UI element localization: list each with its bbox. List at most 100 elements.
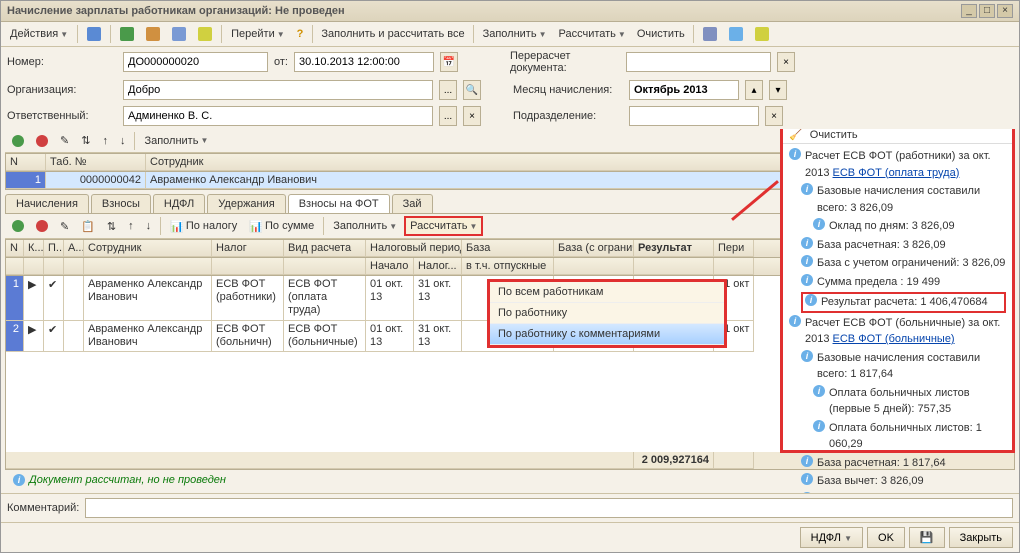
post-icon[interactable] [115,24,139,44]
tab-ndfl[interactable]: НДФЛ [153,194,205,213]
window-controls: _ □ × [961,4,1013,18]
month-down-button[interactable]: ▾ [769,80,787,100]
calc-icon[interactable] [698,24,722,44]
popup-all-employees[interactable]: По всем работникам [490,282,724,303]
by-tax-button[interactable]: 📊 По налогу [165,217,242,236]
tab-loans[interactable]: Зай [392,194,433,213]
move-down-icon[interactable]: ↓ [115,132,131,150]
dcol-tax[interactable]: Налог [212,240,284,257]
dept-label: Подразделение: [513,110,623,122]
comment-item: iРезультат расчета: 1 406,470684 [801,292,1006,313]
detail-delete-icon[interactable] [31,217,53,235]
info-icon: i [801,350,813,362]
info-icon: i [801,274,813,286]
edit-icon[interactable]: ✎ [55,131,74,150]
detail-down-icon[interactable]: ↓ [141,217,157,235]
recalc-label: Перерасчет документа: [510,50,620,74]
info-icon: i [789,148,801,160]
col-tab[interactable]: Таб. № [46,154,146,171]
structure-icon[interactable] [193,24,217,44]
dcol-p[interactable]: П... [44,240,64,257]
date-picker-button[interactable]: 📅 [440,52,458,72]
minimize-button[interactable]: _ [961,4,977,18]
number-input[interactable] [123,52,268,72]
close-button[interactable]: × [997,4,1013,18]
date-input[interactable] [294,52,434,72]
info-icon: i [801,237,813,249]
detail-edit-icon[interactable]: ✎ [55,217,74,236]
goto-menu[interactable]: Перейти ▼ [226,25,290,43]
dcol-base[interactable]: База [462,240,554,257]
ok-button[interactable]: OK [867,527,905,548]
recalc-clear-button[interactable]: × [777,52,795,72]
unpost-icon[interactable] [141,24,165,44]
actions-menu[interactable]: Действия ▼ [5,25,73,43]
main-toolbar: Действия ▼ Перейти ▼ ? Заполнить и рассч… [1,22,1019,47]
fill-grid-menu[interactable]: Заполнить ▼ [139,132,213,150]
dcol-n[interactable]: N [6,240,24,257]
dcol-k[interactable]: К... [24,240,44,257]
dcol-start[interactable]: Начало [366,258,414,275]
resp-clear-button[interactable]: × [463,106,481,126]
maximize-button[interactable]: □ [979,4,995,18]
clear-button[interactable]: Очистить [633,26,689,42]
dcol-result[interactable]: Результат [634,240,714,257]
popup-by-employee-comments[interactable]: По работнику с комментариями [490,324,724,345]
col-n[interactable]: N [6,154,46,171]
org-select-button[interactable]: ... [439,80,457,100]
help-icon[interactable]: ? [292,25,309,43]
comment-link[interactable]: ЕСВ ФОТ (больничные) [833,333,955,345]
sort-icon[interactable]: ⇅ [76,131,95,150]
org-input[interactable] [123,80,433,100]
detail-add-icon[interactable] [7,217,29,235]
tab-contributions[interactable]: Взносы [91,194,151,213]
detail-up-icon[interactable]: ↑ [123,217,139,235]
dcol-taxcol[interactable]: Налог... [414,258,462,275]
from-label: от: [274,56,288,68]
dcol-a[interactable]: А... [64,240,84,257]
recalc-input[interactable] [626,52,771,72]
comment-input[interactable] [85,498,1013,518]
detail-fill-menu[interactable]: Заполнить ▼ [328,217,402,235]
tab-deductions[interactable]: Удержания [207,194,285,213]
month-up-button[interactable]: ▴ [745,80,763,100]
popup-by-employee[interactable]: По работнику [490,303,724,324]
dcol-period[interactable]: Пери [714,240,754,257]
resp-label: Ответственный: [7,110,117,122]
fill-menu[interactable]: Заполнить ▼ [478,25,552,43]
dcol-base-limit[interactable]: База (с ограничением) [554,240,634,257]
tab-accruals[interactable]: Начисления [5,194,89,213]
dcol-vacation[interactable]: в т.ч. отпускные [462,258,554,275]
save-icon[interactable] [82,24,106,44]
month-input[interactable] [629,80,739,100]
resp-select-button[interactable]: ... [439,106,457,126]
dept-input[interactable] [629,106,759,126]
dcol-tax-period[interactable]: Налоговый период [366,240,462,257]
action-icon[interactable] [750,24,774,44]
org-open-button[interactable]: 🔍 [463,80,481,100]
move-up-icon[interactable]: ↑ [97,132,113,150]
close-footer-button[interactable]: Закрыть [949,527,1013,548]
calculate-menu[interactable]: Рассчитать ▼ [554,25,631,43]
resp-input[interactable] [123,106,433,126]
detail-copy-icon[interactable]: 📋 [76,217,100,236]
movements-icon[interactable] [167,24,191,44]
detail-calculate-menu[interactable]: Рассчитать ▼ [404,216,483,236]
comment-item: iБазовые начисления составили всего: 3 8… [801,183,1006,216]
by-sum-button[interactable]: 📊 По сумме [244,217,319,236]
comments-clear-button[interactable]: Очистить [806,129,862,143]
tab-fot[interactable]: Взносы на ФОТ [288,194,390,213]
comment-link[interactable]: ЕСВ ФОТ (оплата труда) [833,167,960,179]
add-icon[interactable] [7,132,29,150]
eraser-icon[interactable]: 🧹 [789,129,803,141]
delete-icon[interactable] [31,132,53,150]
dcol-calc-type[interactable]: Вид расчета [284,240,366,257]
save-button[interactable]: 💾 [909,527,945,548]
dcol-employee[interactable]: Сотрудник [84,240,212,257]
report-icon[interactable] [724,24,748,44]
dept-clear-button[interactable]: × [765,106,783,126]
ndfl-button[interactable]: НДФЛ ▼ [800,527,863,548]
fill-calc-all-button[interactable]: Заполнить и рассчитать все [317,26,468,42]
detail-sort-icon[interactable]: ⇅ [102,217,121,236]
row-org: Организация: ... 🔍 Месяц начисления: ▴ ▾ [1,77,1019,103]
